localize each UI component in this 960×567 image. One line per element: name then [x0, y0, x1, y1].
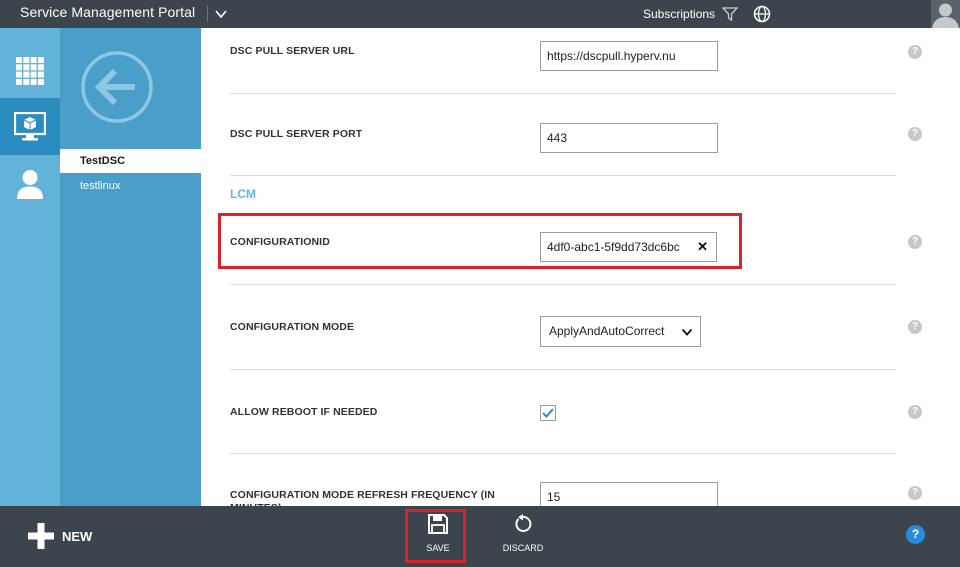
dsc-pull-server-port-input[interactable]: 443	[540, 123, 718, 153]
avatar-icon	[932, 3, 959, 28]
section-heading-lcm: LCM	[230, 187, 256, 201]
refresh-frequency-label: CONFIGURATION MODE REFRESH FREQUENCY (IN…	[230, 489, 495, 506]
vm-icon	[14, 111, 46, 140]
header-divider	[207, 6, 208, 22]
nav-rail	[0, 28, 60, 506]
help-icon[interactable]: ?	[908, 405, 922, 419]
all-items-nav[interactable]	[0, 42, 60, 99]
help-icon[interactable]: ?	[908, 486, 922, 500]
virtual-machines-nav[interactable]	[0, 98, 60, 155]
portal-title[interactable]: Service Management Portal	[20, 4, 195, 20]
back-arrow-icon[interactable]	[80, 50, 154, 124]
chevron-down-icon	[681, 328, 693, 336]
allow-reboot-label: ALLOW REBOOT IF NEEDED	[230, 406, 378, 418]
configuration-mode-select[interactable]: ApplyAndAutoCorrect	[540, 316, 701, 347]
list-item-testlinux[interactable]: testlinux	[60, 174, 201, 198]
help-icon[interactable]: ?	[906, 525, 925, 544]
help-icon[interactable]: ?	[908, 235, 922, 249]
subscriptions-label[interactable]: Subscriptions	[643, 7, 715, 21]
new-label: NEW	[62, 528, 93, 544]
row-dsc-pull-server-port: DSC PULL SERVER PORT 443 ?	[230, 94, 922, 176]
dsc-pull-server-port-label: DSC PULL SERVER PORT	[230, 128, 363, 140]
command-bar: NEW SAVE DISCARD ?	[0, 506, 960, 567]
configuration-mode-value: ApplyAndAutoCorrect	[549, 324, 665, 338]
row-configuration-mode: CONFIGURATION MODE ApplyAndAutoCorrect ?	[230, 285, 922, 370]
user-avatar[interactable]	[931, 0, 960, 28]
discard-button[interactable]: DISCARD	[493, 514, 553, 558]
user-icon	[17, 169, 43, 199]
filter-icon[interactable]	[722, 6, 738, 22]
globe-icon[interactable]	[753, 5, 771, 23]
chevron-down-icon[interactable]	[213, 6, 229, 22]
highlight-box-configuration-id	[218, 213, 742, 269]
item-panel: TestDSC testlinux	[60, 28, 201, 506]
row-allow-reboot: ALLOW REBOOT IF NEEDED ?	[230, 370, 922, 454]
dsc-pull-server-url-label: DSC PULL SERVER URL	[230, 45, 355, 57]
undo-icon	[515, 514, 532, 532]
top-header: Service Management Portal Subscriptions	[0, 0, 960, 28]
help-icon[interactable]: ?	[908, 320, 922, 334]
discard-label: DISCARD	[502, 543, 544, 553]
row-dsc-pull-server-url: DSC PULL SERVER URL https://dscpull.hype…	[230, 28, 922, 94]
list-item-testdsc[interactable]: TestDSC	[60, 149, 201, 173]
checkmark-icon	[542, 408, 554, 418]
help-icon[interactable]: ?	[908, 45, 922, 59]
allow-reboot-checkbox[interactable]	[540, 405, 556, 421]
my-account-nav[interactable]	[0, 155, 60, 212]
help-icon[interactable]: ?	[908, 127, 922, 141]
row-refresh-frequency: CONFIGURATION MODE REFRESH FREQUENCY (IN…	[230, 454, 922, 506]
grid-icon	[16, 56, 44, 85]
dsc-pull-server-url-input[interactable]: https://dscpull.hyperv.nu	[540, 41, 718, 71]
plus-icon	[28, 523, 54, 549]
highlight-box-save	[405, 509, 466, 563]
configuration-mode-label: CONFIGURATION MODE	[230, 321, 355, 333]
settings-form: DSC PULL SERVER URL https://dscpull.hype…	[201, 28, 960, 506]
refresh-frequency-input[interactable]: 15	[540, 482, 718, 506]
new-button[interactable]: NEW	[28, 523, 92, 549]
